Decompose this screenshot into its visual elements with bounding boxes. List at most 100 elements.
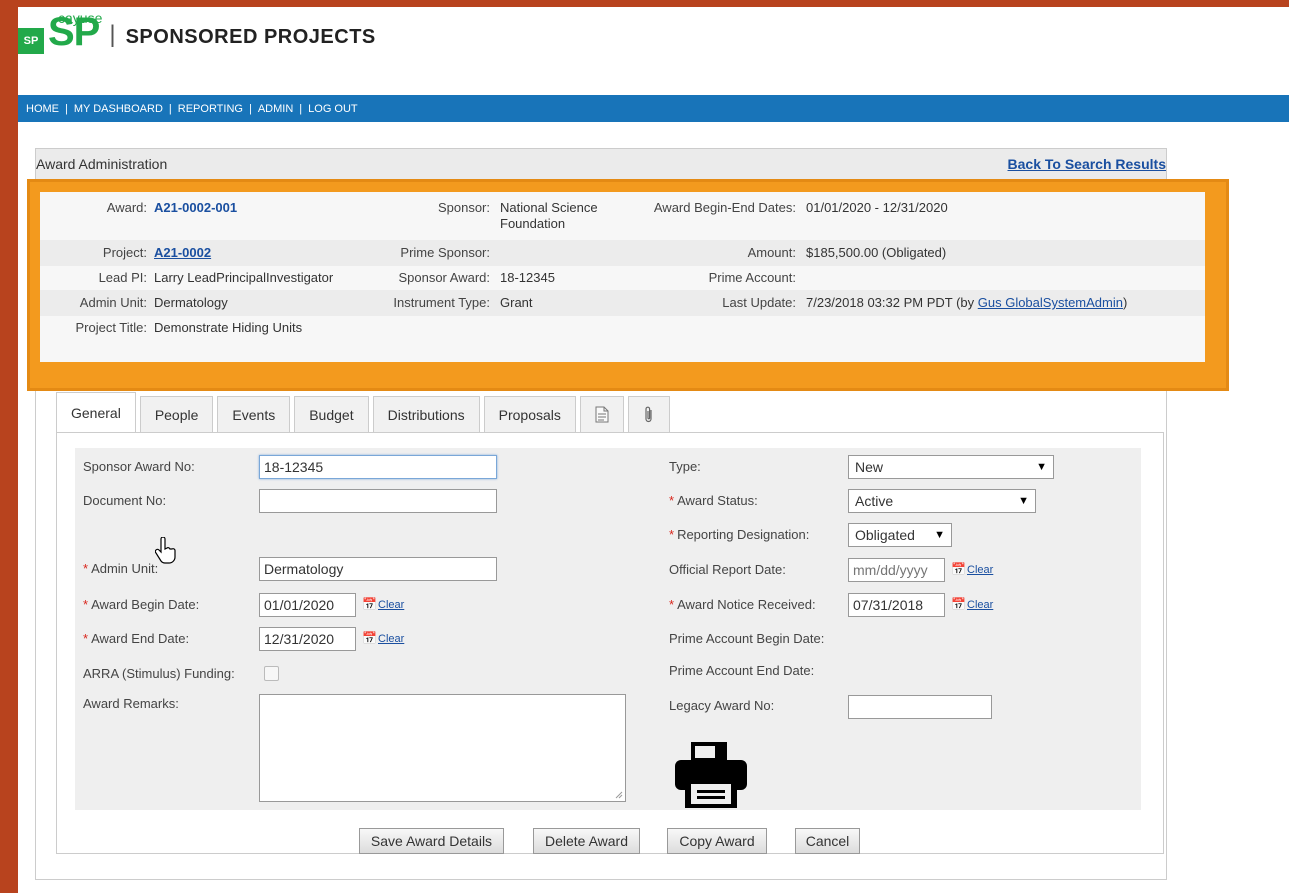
- award-status-label: * Award Status:: [669, 493, 758, 508]
- project-title-value: Demonstrate Hiding Units: [154, 320, 303, 335]
- last-update-value: 7/23/2018 03:32 PM PDT (by Gus GlobalSys…: [806, 295, 1127, 310]
- nav-my-dashboard[interactable]: MY DASHBOARD: [74, 103, 163, 115]
- legacy-award-no-input[interactable]: [848, 695, 992, 719]
- tab-attachments[interactable]: [627, 396, 670, 432]
- instrument-type-value: Grant: [500, 295, 533, 310]
- summary-row: Project: A21-0002 Prime Sponsor: Amount:…: [40, 240, 1205, 266]
- award-remarks-textarea[interactable]: [259, 694, 626, 802]
- type-select-value: New: [855, 459, 884, 475]
- type-select[interactable]: New ▼: [848, 455, 1054, 479]
- award-summary-highlight: Award: A21-0002-001 Sponsor: National Sc…: [27, 179, 1229, 391]
- dropdown-arrow-icon: ▼: [1036, 461, 1047, 473]
- app-title: SPONSORED PROJECTS: [125, 25, 376, 48]
- award-status-select[interactable]: Active ▼: [848, 489, 1036, 513]
- reporting-designation-value: Obligated: [855, 527, 915, 543]
- award-dates-value: 01/01/2020 - 12/31/2020: [806, 200, 948, 215]
- prime-account-begin-label: Prime Account Begin Date:: [669, 631, 825, 646]
- sponsor-award-no-label: Sponsor Award No:: [83, 459, 195, 474]
- prime-account-label: Prime Account:: [708, 270, 796, 285]
- general-tab-panel: Sponsor Award No: Document No: *Admin Un…: [56, 432, 1164, 854]
- nav-admin[interactable]: ADMIN: [258, 103, 293, 115]
- dropdown-arrow-icon: ▼: [1018, 495, 1029, 507]
- document-no-input[interactable]: [259, 489, 497, 513]
- tab-documents[interactable]: [579, 396, 624, 432]
- tab-distributions[interactable]: Distributions: [372, 396, 480, 432]
- reporting-designation-label: * Reporting Designation:: [669, 527, 810, 542]
- last-update-close: ): [1122, 295, 1128, 310]
- amount-value: $185,500.00 (Obligated): [806, 245, 947, 260]
- calendar-icon[interactable]: 📅: [951, 597, 966, 611]
- summary-row: Project Title: Demonstrate Hiding Units: [40, 316, 1205, 340]
- calendar-icon[interactable]: 📅: [362, 597, 377, 611]
- nav-separator: |: [168, 102, 172, 115]
- cancel-button[interactable]: Cancel: [795, 828, 860, 854]
- nav-separator: |: [65, 102, 68, 115]
- calendar-icon[interactable]: 📅: [362, 631, 377, 645]
- nav-reporting[interactable]: REPORTING: [178, 103, 243, 115]
- nav-separator: |: [248, 102, 252, 115]
- tab-budget[interactable]: Budget: [294, 396, 369, 432]
- logo-badge: SP: [18, 28, 44, 54]
- prime-sponsor-label: Prime Sponsor:: [400, 245, 490, 260]
- sponsor-award-value: 18-12345: [500, 270, 555, 285]
- resize-handle-icon[interactable]: [615, 791, 623, 799]
- prime-account-end-label: Prime Account End Date:: [669, 663, 815, 678]
- award-end-date-label: * Award End Date:: [83, 631, 190, 646]
- award-begin-date-input[interactable]: [259, 593, 356, 617]
- award-end-clear-link[interactable]: Clear: [378, 633, 404, 645]
- sponsor-award-label: Sponsor Award:: [398, 270, 490, 285]
- tab-people[interactable]: People: [139, 396, 214, 432]
- award-label: Award:: [106, 200, 147, 215]
- page-title: Award Administration: [36, 156, 168, 172]
- award-begin-date-label: * Award Begin Date:: [83, 597, 200, 612]
- project-link[interactable]: A21-0002: [154, 245, 211, 260]
- admin-unit-input[interactable]: [259, 557, 497, 581]
- copy-award-button[interactable]: Copy Award: [667, 828, 767, 854]
- arra-funding-label: ARRA (Stimulus) Funding:: [83, 666, 235, 681]
- top-nav: HOME | MY DASHBOARD | REPORTING | ADMIN …: [18, 95, 1289, 122]
- back-to-search-link[interactable]: Back To Search Results: [1008, 156, 1166, 172]
- hand-cursor-icon: [155, 537, 176, 564]
- award-tabs: General People Events Budget Distributio…: [56, 392, 674, 432]
- legacy-award-no-label: Legacy Award No:: [669, 698, 775, 713]
- last-update-user-link[interactable]: Gus GlobalSystemAdmin: [978, 295, 1123, 310]
- official-report-clear-link[interactable]: Clear: [967, 564, 993, 576]
- award-notice-clear-link[interactable]: Clear: [967, 599, 993, 611]
- tab-general[interactable]: General: [56, 392, 136, 432]
- tab-proposals[interactable]: Proposals: [483, 396, 576, 432]
- type-label: Type:: [669, 459, 701, 474]
- tab-events[interactable]: Events: [217, 396, 291, 432]
- admin-unit-label: * Admin Unit:: [83, 561, 159, 576]
- amount-label: Amount:: [747, 245, 796, 260]
- logo-divider: |: [109, 21, 116, 48]
- official-report-date-input[interactable]: [848, 558, 945, 582]
- app-logo: SP cayuse SP | SPONSORED PROJECTS: [18, 10, 376, 54]
- summary-row: Lead PI: Larry LeadPrincipalInvestigator…: [40, 266, 1205, 290]
- reporting-designation-select[interactable]: Obligated ▼: [848, 523, 952, 547]
- printer-icon[interactable]: [673, 740, 749, 810]
- nav-home[interactable]: HOME: [26, 103, 59, 115]
- award-notice-received-input[interactable]: [848, 593, 945, 617]
- official-report-date-label: Official Report Date:: [669, 562, 786, 577]
- nav-log-out[interactable]: LOG OUT: [308, 103, 358, 115]
- save-award-details-button[interactable]: Save Award Details: [359, 828, 504, 854]
- logo-sp: cayuse SP: [48, 10, 102, 52]
- award-end-date-input[interactable]: [259, 627, 356, 651]
- general-form: Sponsor Award No: Document No: *Admin Un…: [75, 448, 1141, 810]
- arra-funding-checkbox[interactable]: [264, 666, 279, 681]
- calendar-icon[interactable]: 📅: [951, 562, 966, 576]
- sponsor-award-no-input[interactable]: [259, 455, 497, 479]
- admin-unit-value: Dermatology: [154, 295, 228, 310]
- delete-award-button[interactable]: Delete Award: [533, 828, 640, 854]
- summary-row: Admin Unit: Dermatology Instrument Type:…: [40, 290, 1205, 316]
- award-status-value: Active: [855, 493, 894, 509]
- paperclip-icon: [645, 406, 652, 422]
- panel-header: Award Administration Back To Search Resu…: [36, 149, 1166, 179]
- lead-pi-label: Lead PI:: [98, 270, 147, 285]
- project-label: Project:: [102, 245, 147, 260]
- award-summary: Award: A21-0002-001 Sponsor: National Sc…: [40, 192, 1205, 362]
- award-begin-clear-link[interactable]: Clear: [378, 599, 404, 611]
- lead-pi-value: Larry LeadPrincipalInvestigator: [154, 270, 334, 285]
- sponsor-value: National Science Foundation: [500, 200, 598, 231]
- document-no-label: Document No:: [83, 493, 167, 508]
